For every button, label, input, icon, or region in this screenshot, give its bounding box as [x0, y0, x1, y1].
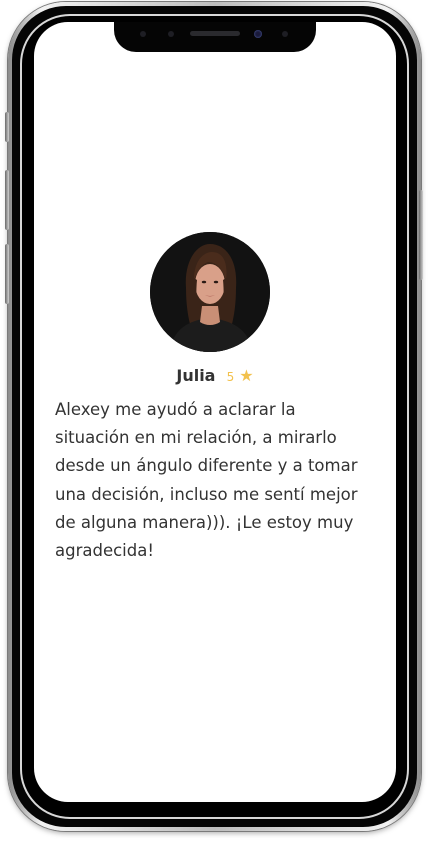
person-portrait — [150, 232, 270, 352]
front-camera — [254, 30, 262, 38]
reviewer-header: Julia 5 ★ — [34, 366, 396, 385]
power-button — [419, 190, 423, 280]
mute-switch — [5, 112, 9, 142]
sensor-dot — [282, 31, 288, 37]
reviewer-avatar — [150, 232, 270, 352]
earpiece-speaker — [190, 31, 240, 36]
phone-screen: Julia 5 ★ Alexey me ayudó a aclarar la s… — [34, 22, 396, 802]
phone-mockup: Julia 5 ★ Alexey me ayudó a aclarar la s… — [0, 0, 429, 842]
reviewer-name: Julia — [176, 366, 216, 385]
star-icon: ★ — [239, 366, 254, 385]
volume-up-button — [5, 170, 9, 230]
rating-value: 5 — [226, 370, 235, 384]
notch — [114, 22, 316, 52]
review-text: Alexey me ayudó a aclarar la situación e… — [55, 400, 358, 561]
sensor-dot — [168, 31, 174, 37]
sensor-dot — [140, 31, 146, 37]
volume-down-button — [5, 244, 9, 304]
